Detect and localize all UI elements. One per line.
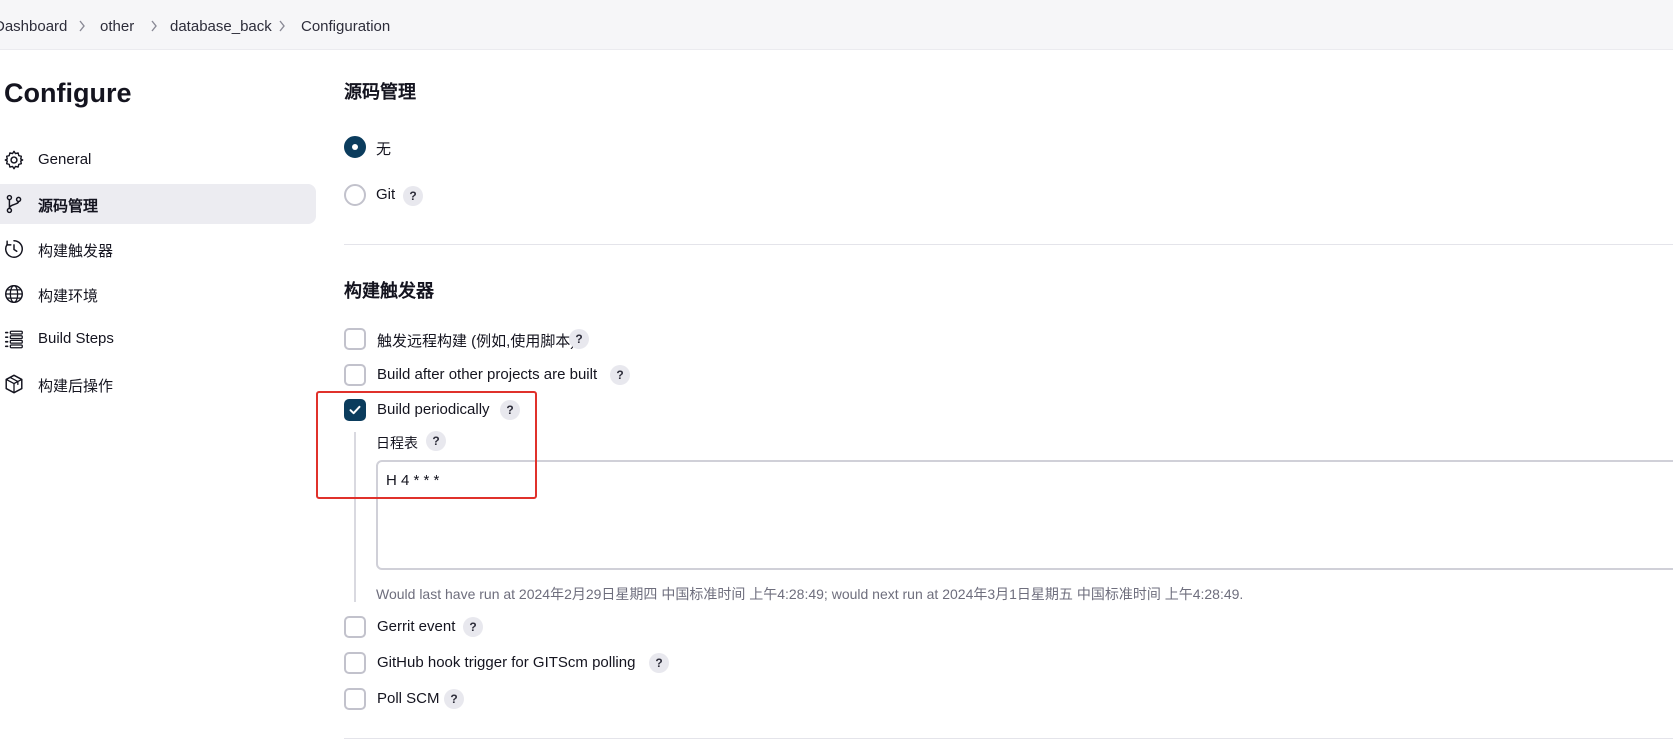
branch-icon bbox=[6, 194, 22, 214]
breadcrumb: Dashboard other database_back Configurat… bbox=[0, 0, 1673, 50]
breadcrumb-database-back[interactable]: database_back bbox=[170, 18, 272, 35]
trigger-poll-scm-checkbox[interactable] bbox=[344, 688, 366, 710]
trigger-periodically-checkbox[interactable] bbox=[344, 399, 366, 421]
chevron-right-icon bbox=[279, 20, 285, 32]
scm-git-label[interactable]: Git bbox=[376, 186, 395, 203]
breadcrumb-configuration[interactable]: Configuration bbox=[301, 18, 390, 35]
sidebar-item-label: 源码管理 bbox=[38, 198, 99, 215]
help-icon[interactable]: ? bbox=[500, 400, 520, 420]
check-icon bbox=[349, 405, 361, 415]
globe-icon bbox=[5, 285, 23, 303]
chevron-right-icon bbox=[79, 20, 85, 32]
scm-git-radio[interactable] bbox=[344, 184, 366, 206]
help-icon[interactable]: ? bbox=[463, 617, 483, 637]
help-icon[interactable]: ? bbox=[649, 653, 669, 673]
help-icon[interactable]: ? bbox=[610, 365, 630, 385]
help-icon[interactable]: ? bbox=[444, 689, 464, 709]
sidebar-item-label: 构建后操作 bbox=[38, 378, 114, 395]
trigger-after-other-checkbox[interactable] bbox=[344, 364, 366, 386]
section-divider bbox=[344, 244, 1673, 245]
sidebar-item-label: 构建触发器 bbox=[38, 243, 114, 260]
section-divider bbox=[344, 738, 1673, 739]
sidebar-item-label: Build Steps bbox=[38, 330, 114, 347]
sidebar-item-scm[interactable]: 源码管理 bbox=[0, 184, 316, 224]
help-icon[interactable]: ? bbox=[403, 186, 423, 206]
trigger-gerrit-label[interactable]: Gerrit event bbox=[377, 618, 455, 635]
sidebar-item-label: General bbox=[38, 151, 92, 168]
help-icon[interactable]: ? bbox=[426, 431, 446, 451]
sidebar-item-post-build[interactable]: 构建后操作 bbox=[0, 364, 316, 404]
trigger-github-hook-checkbox[interactable] bbox=[344, 652, 366, 674]
help-icon[interactable]: ? bbox=[569, 329, 589, 349]
chevron-right-icon bbox=[151, 20, 157, 32]
trigger-poll-scm-label[interactable]: Poll SCM bbox=[377, 690, 440, 707]
section-title-build-triggers: 构建触发器 bbox=[344, 281, 434, 301]
scm-none-radio[interactable] bbox=[344, 136, 366, 158]
schedule-info-text: Would last have run at 2024年2月29日星期四 中国标… bbox=[376, 586, 1244, 602]
sidebar-item-build-triggers[interactable]: 构建触发器 bbox=[0, 229, 316, 269]
schedule-guide-line bbox=[354, 432, 356, 602]
gear-icon bbox=[4, 150, 24, 170]
trigger-remote-label[interactable]: 触发远程构建 (例如,使用脚本) bbox=[377, 330, 575, 351]
schedule-input[interactable]: H 4 * * * bbox=[376, 460, 1673, 570]
trigger-github-hook-label[interactable]: GitHub hook trigger for GITScm polling bbox=[377, 654, 635, 671]
schedule-label: 日程表 bbox=[376, 435, 418, 451]
trigger-after-other-label[interactable]: Build after other projects are built bbox=[377, 366, 597, 383]
sidebar-item-label: 构建环境 bbox=[38, 288, 99, 305]
sidebar-item-build-steps[interactable]: Build Steps bbox=[0, 319, 316, 359]
scm-none-label[interactable]: 无 bbox=[376, 138, 391, 159]
section-title-scm: 源码管理 bbox=[344, 82, 416, 102]
clock-icon bbox=[5, 240, 23, 258]
trigger-gerrit-checkbox[interactable] bbox=[344, 616, 366, 638]
list-icon bbox=[4, 330, 23, 349]
trigger-periodically-label[interactable]: Build periodically bbox=[377, 401, 490, 418]
trigger-remote-checkbox[interactable] bbox=[344, 328, 366, 350]
sidebar-item-general[interactable]: General bbox=[0, 140, 316, 180]
breadcrumb-other[interactable]: other bbox=[100, 18, 134, 35]
page-title: Configure bbox=[4, 78, 132, 108]
sidebar-item-build-environment[interactable]: 构建环境 bbox=[0, 274, 316, 314]
breadcrumb-dashboard[interactable]: Dashboard bbox=[0, 18, 67, 35]
package-icon bbox=[5, 374, 23, 394]
